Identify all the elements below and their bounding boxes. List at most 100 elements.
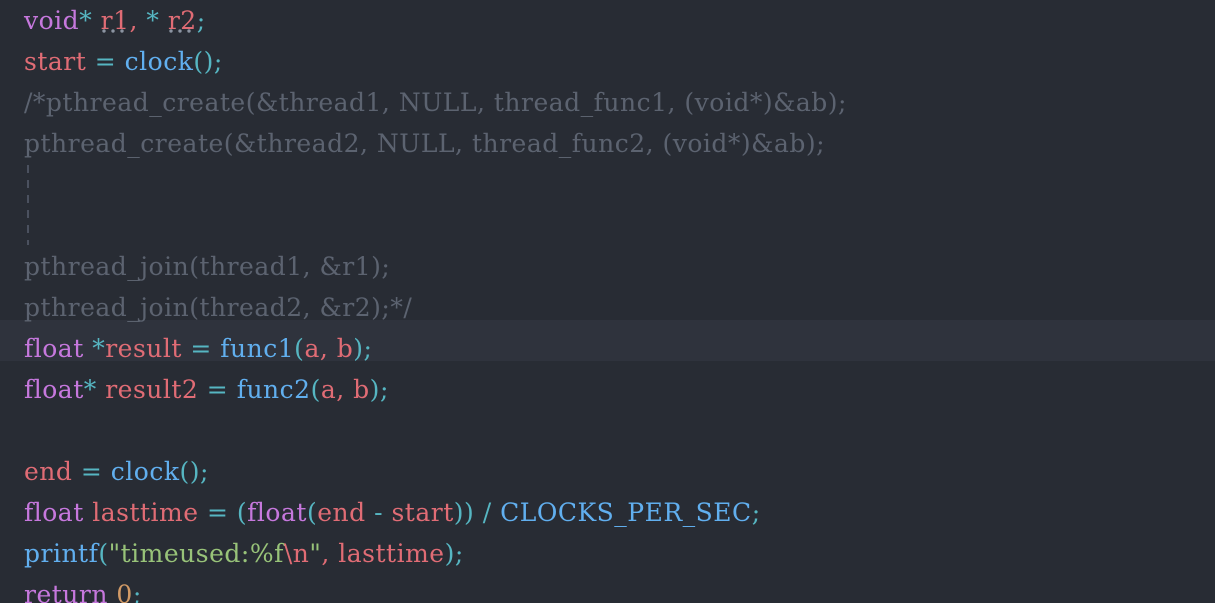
code-line-10[interactable]: float* result2 = func2(a, b);	[0, 369, 1215, 410]
token-cast-float: float	[247, 498, 307, 527]
token-quote-open: "	[108, 539, 121, 568]
token-quote-close: "	[309, 539, 322, 568]
token-operator-assign: =	[206, 375, 229, 404]
token-parentheses: ()	[193, 47, 214, 76]
code-line-13[interactable]: float lasttime = (float(end - start)) / …	[0, 492, 1215, 533]
token-parentheses: ()	[179, 457, 200, 486]
token-variable-r2: r2	[167, 6, 197, 35]
token-variable-start: start	[24, 47, 87, 76]
token-function-func1: func1	[220, 334, 295, 363]
token-variable-start: start	[391, 498, 454, 527]
token-lparen: (	[98, 539, 109, 568]
token-number-zero: 0	[116, 580, 133, 603]
token-operator-assign: =	[94, 47, 117, 76]
token-comment: /*pthread_create(&thread1, NULL, thread_…	[24, 88, 847, 117]
token-lparen: (	[306, 498, 318, 527]
code-line-14[interactable]: printf("timeused:%f\n", lasttime);	[0, 533, 1215, 574]
token-variable-end: end	[317, 498, 366, 527]
token-variable-lasttime: lasttime	[338, 539, 445, 568]
token-variable-result: result	[105, 334, 182, 363]
token-comment: pthread_create(&thread2, NULL, thread_fu…	[24, 129, 826, 158]
token-function-printf: printf	[24, 539, 99, 568]
token-semicolon: ;	[213, 47, 223, 76]
code-line-7[interactable]: pthread_join(thread1, &r1);	[0, 246, 1215, 287]
code-line-1[interactable]: void* r1, * r2;	[0, 0, 1215, 41]
code-line-5[interactable]	[0, 164, 1215, 205]
token-operator-star: *	[83, 375, 97, 404]
token-comment: pthread_join(thread1, &r1);	[24, 252, 391, 281]
token-function-func2: func2	[236, 375, 311, 404]
token-operator-minus: -	[374, 498, 384, 527]
code-line-8[interactable]: pthread_join(thread2, &r2);*/	[0, 287, 1215, 328]
token-semicolon: ;	[199, 457, 209, 486]
token-function-clock: clock	[124, 47, 194, 76]
token-lparen: (	[294, 334, 305, 363]
code-line-11[interactable]	[0, 410, 1215, 451]
token-keyword-void: void	[24, 6, 80, 35]
code-line-15[interactable]: return 0;	[0, 574, 1215, 603]
token-escape-newline: \n	[283, 539, 310, 568]
token-operator-star: *	[92, 334, 106, 363]
token-comma: ,	[129, 6, 138, 35]
token-operator-star: *	[146, 6, 160, 35]
token-variable-r1: r1	[100, 6, 130, 35]
token-operator-star: *	[79, 6, 93, 35]
token-semicolon: ;	[196, 6, 206, 35]
token-operator-assign: =	[190, 334, 212, 363]
code-line-6[interactable]	[0, 205, 1215, 246]
token-semicolon: ;	[363, 334, 373, 363]
token-function-clock: clock	[110, 457, 180, 486]
token-rparen: )	[464, 498, 475, 527]
token-keyword-return: return	[24, 580, 108, 603]
token-argument-b: b	[353, 375, 370, 404]
token-variable-result2: result2	[105, 375, 199, 404]
code-line-12[interactable]: end = clock();	[0, 451, 1215, 492]
token-keyword-float: float	[24, 334, 84, 363]
token-keyword-float: float	[24, 498, 84, 527]
token-string-body: timeused:%f	[120, 539, 284, 568]
token-operator-divide: /	[482, 498, 492, 527]
code-line-3[interactable]: /*pthread_create(&thread1, NULL, thread_…	[0, 82, 1215, 123]
token-lparen: (	[310, 375, 321, 404]
token-argument-a: a	[320, 375, 337, 404]
token-argument-a: a	[304, 334, 320, 363]
token-semicolon: ;	[751, 498, 761, 527]
token-rparen: )	[353, 334, 364, 363]
token-operator-assign: =	[207, 498, 229, 527]
token-semicolon: ;	[454, 539, 464, 568]
token-variable-end: end	[24, 457, 73, 486]
token-operator-assign: =	[80, 457, 103, 486]
token-argument-b: b	[336, 334, 354, 363]
token-comma: ,	[336, 375, 345, 404]
token-comment: pthread_join(thread2, &r2);*/	[24, 293, 413, 322]
token-keyword-float: float	[24, 375, 84, 404]
token-comma: ,	[321, 539, 330, 568]
token-semicolon: ;	[132, 580, 142, 603]
token-variable-lasttime: lasttime	[92, 498, 199, 527]
code-line-2[interactable]: start = clock();	[0, 41, 1215, 82]
token-lparen: (	[236, 498, 248, 527]
code-line-9[interactable]: float *result = func1(a, b);	[0, 328, 1215, 369]
token-rparen: )	[453, 498, 465, 527]
token-rparen: )	[444, 539, 455, 568]
code-editor[interactable]: void* r1, * r2; start = clock(); /*pthre…	[0, 0, 1215, 603]
code-line-4[interactable]: pthread_create(&thread2, NULL, thread_fu…	[0, 123, 1215, 164]
